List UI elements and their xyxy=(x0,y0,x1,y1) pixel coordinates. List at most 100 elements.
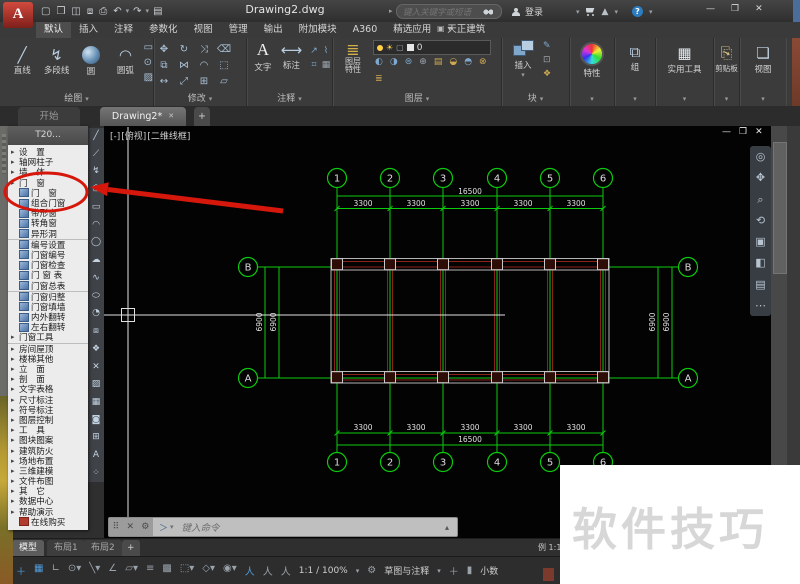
tab-layout2[interactable]: 布局2 xyxy=(84,540,122,556)
mtext-icon[interactable]: A xyxy=(93,451,99,460)
app-menu-button[interactable]: A xyxy=(3,2,33,28)
table-icon[interactable]: ⌗ xyxy=(311,60,316,70)
layer-freeze-icon[interactable]: ⊜ xyxy=(405,57,413,67)
doc-minimize-icon[interactable]: — xyxy=(722,127,739,137)
maximize-icon[interactable]: ❐ xyxy=(731,4,739,14)
palette-item[interactable]: 门窗工具 xyxy=(8,332,88,342)
revision-cloud-icon[interactable]: ⊙ xyxy=(144,57,153,68)
anchor-left-icon[interactable]: ◧ xyxy=(755,257,765,268)
selection-cycling-icon[interactable]: ⬚▾ xyxy=(180,563,194,578)
snap-icon[interactable]: ∟ xyxy=(51,563,59,578)
layout-nav-icon[interactable]: ▤ xyxy=(755,279,765,290)
dynamic-input-icon[interactable]: ▱▾ xyxy=(125,563,138,578)
help-dropdown-icon[interactable]: ▾ xyxy=(649,8,653,16)
rotate-icon[interactable]: ↻ xyxy=(180,44,188,55)
print-icon[interactable]: ⎙ xyxy=(99,6,107,17)
scale-dropdown-icon[interactable]: ▾ xyxy=(356,567,360,575)
hatch-icon[interactable]: ▨ xyxy=(92,380,101,389)
minimize-icon[interactable]: — xyxy=(706,4,715,14)
point-icon[interactable]: ✕ xyxy=(92,363,100,372)
isodraft-icon[interactable]: ╲▾ xyxy=(89,563,100,578)
table-icon[interactable]: ⊞ xyxy=(92,433,100,442)
showmotion-icon[interactable]: ▣ xyxy=(755,236,765,247)
properties-button[interactable]: 特性 xyxy=(575,40,609,79)
osnap-icon[interactable]: ∠ xyxy=(108,563,117,578)
new-layout-button[interactable]: + xyxy=(122,540,140,556)
lineweight-icon[interactable]: ≡ xyxy=(146,563,154,578)
command-history-icon[interactable]: ▴ xyxy=(445,523,449,532)
spline-icon[interactable]: ∿ xyxy=(92,274,100,283)
command-line[interactable]: ⠿ ✕ ⚙ ＞ ▾ 键入命令 ▴ xyxy=(108,517,458,537)
attribute-icon[interactable]: ⊡ xyxy=(543,55,551,65)
file-tab-active[interactable]: Drawing2* ✕ xyxy=(100,107,186,126)
panel-clipboard-flyout[interactable]: ▾ xyxy=(714,94,739,104)
user-icon[interactable] xyxy=(512,8,520,16)
rectangle-icon[interactable]: ▭ xyxy=(144,42,153,53)
group-button[interactable]: ⧉ 组 xyxy=(618,42,652,73)
command-input[interactable]: 键入命令 xyxy=(182,520,445,534)
table2-icon[interactable]: ▦ xyxy=(322,60,331,70)
autoscale-icon[interactable]: 人 xyxy=(263,563,273,578)
mirror-icon[interactable]: ⋈ xyxy=(179,60,189,71)
polyline-icon[interactable]: ↯ xyxy=(92,167,100,176)
units-indicator[interactable]: 小数 xyxy=(480,564,498,577)
ellipse-arc-icon[interactable]: ◔ xyxy=(92,309,100,318)
close-icon[interactable]: ✕ xyxy=(755,4,763,14)
new-file-icon[interactable]: ▢ xyxy=(41,6,50,17)
fillet-icon[interactable]: ◠ xyxy=(200,60,209,71)
layer-dropdown[interactable]: ☀ ▢ 0 xyxy=(373,40,491,55)
panel-utilities-flyout[interactable]: ▾ xyxy=(656,94,713,104)
redo-icon[interactable]: ↷ xyxy=(133,6,141,17)
sign-in-dropdown-icon[interactable]: ▾ xyxy=(576,8,580,16)
layer-on-bulb-icon[interactable] xyxy=(377,45,383,51)
annotation-visibility-icon[interactable]: 人 xyxy=(245,563,255,578)
ribbon-tab[interactable]: 附加模块 xyxy=(291,22,345,38)
make-block-icon[interactable]: ❖ xyxy=(92,345,100,354)
undo-icon[interactable]: ↶ xyxy=(113,6,121,17)
panel-layers-label[interactable]: 图层 ▾ xyxy=(333,91,501,104)
layer-thaw-icon[interactable]: ◓ xyxy=(464,57,472,67)
search-input[interactable] xyxy=(397,7,483,17)
panel-draw-label[interactable]: 绘图 ▾ xyxy=(0,91,153,104)
layer-on-icon[interactable]: ◒ xyxy=(449,57,457,67)
clipboard-button[interactable]: ⎘ 剪贴板 xyxy=(715,42,739,74)
isolate-objects-icon[interactable]: ▮ xyxy=(467,565,473,576)
view-button[interactable]: ❏ 视图 xyxy=(746,42,780,75)
grip-dots-icon[interactable]: ⠿ xyxy=(113,522,120,532)
region-icon[interactable]: ◙ xyxy=(92,416,101,425)
a360-icon[interactable]: ▲ xyxy=(602,7,609,17)
palette-item[interactable]: 在线购买 xyxy=(8,517,88,527)
viewport-controls-menu[interactable]: [-] xyxy=(110,132,120,142)
insert-block-button[interactable]: 插入 ▾ xyxy=(508,38,538,79)
panel-groups-flyout[interactable]: ▾ xyxy=(615,94,655,104)
nav-more-icon[interactable]: ⋯ xyxy=(755,300,766,311)
transparency-icon[interactable]: ▩ xyxy=(162,563,171,578)
ribbon-tab[interactable]: A360 xyxy=(345,22,386,38)
workspace-dropdown-icon[interactable]: ▾ xyxy=(437,567,441,575)
multileader-icon[interactable]: ⌇ xyxy=(324,46,328,56)
workspace-switcher[interactable]: 草图与注释 xyxy=(384,564,429,577)
a360-dropdown-icon[interactable]: ▾ xyxy=(614,8,618,16)
line-icon[interactable]: ╱ xyxy=(93,132,98,141)
save-as-icon[interactable]: ⧈ xyxy=(87,6,93,17)
gradient-icon[interactable]: ▦ xyxy=(92,398,101,407)
move-icon[interactable]: ✥ xyxy=(160,44,168,55)
erase-icon[interactable]: ⌫ xyxy=(217,44,231,55)
palette-item[interactable]: 门窗总表 xyxy=(8,280,88,290)
layer-properties-button[interactable]: ≣ 图层 特性 xyxy=(337,40,369,74)
command-prompt-icon[interactable]: ＞ xyxy=(159,521,168,534)
annotation-scale-button[interactable]: 1:1 / 100% xyxy=(299,566,348,576)
scale-icon[interactable]: ⤢ xyxy=(180,76,188,87)
undo-dropdown-icon[interactable]: ▾ xyxy=(126,7,130,15)
scrollbar-thumb[interactable] xyxy=(773,142,787,274)
layer-off-icon[interactable]: ◐ xyxy=(375,57,383,67)
polygon-icon[interactable]: ⬠ xyxy=(92,185,100,194)
doc-close-icon[interactable]: ✕ xyxy=(755,127,771,137)
ribbon-panel-toggle-icon[interactable]: ▣ xyxy=(437,24,445,33)
orbit-icon[interactable]: ⟲ xyxy=(756,215,765,226)
panel-block-label[interactable]: 块 ▾ xyxy=(502,91,569,104)
model-space-icon[interactable]: ＋ xyxy=(16,563,26,578)
layer-walk-icon[interactable]: ≣ xyxy=(375,74,383,84)
search-binoculars-icon[interactable] xyxy=(483,9,493,15)
layer-unlock-icon[interactable]: ▢ xyxy=(396,43,404,52)
